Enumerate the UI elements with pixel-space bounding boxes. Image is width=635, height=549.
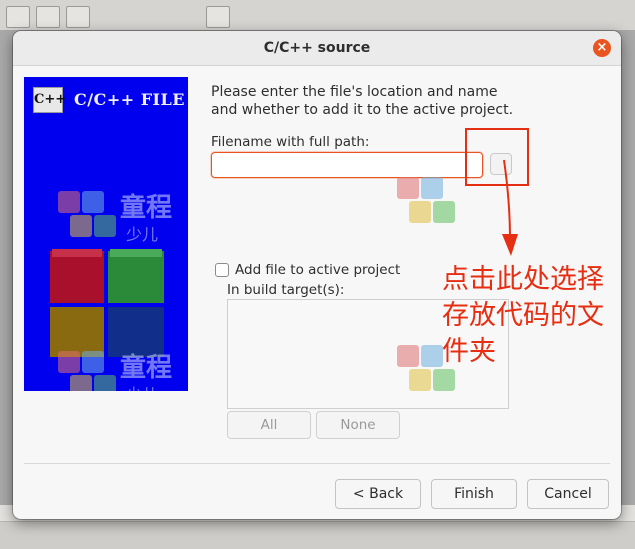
annotation-arrow-icon <box>502 159 518 256</box>
intro-text: Please enter the file's location and nam… <box>211 84 514 118</box>
background-toolbar <box>0 0 635 30</box>
watermark: 童程 少儿 <box>58 347 188 391</box>
annotation-text: 点击此处选择存放代码的文件夹 <box>442 264 604 367</box>
add-to-project-label: Add file to active project <box>235 262 401 278</box>
finish-button[interactable]: Finish <box>431 479 517 509</box>
add-to-project-row[interactable]: Add file to active project <box>215 262 400 278</box>
add-to-project-checkbox[interactable] <box>215 263 229 277</box>
close-button[interactable]: × <box>593 39 611 57</box>
dialog-titlebar: C/C++ source × <box>13 31 621 66</box>
cpp-logo-icon: C++ <box>33 87 66 113</box>
all-button[interactable]: All <box>227 411 311 439</box>
watermark: 童程 少儿 <box>58 187 188 251</box>
divider <box>24 463 610 464</box>
toolbar-button <box>36 6 60 28</box>
toolbar-button <box>206 6 230 28</box>
banner-title: C/C++ FILE <box>74 90 185 109</box>
watermark <box>397 173 467 237</box>
none-button[interactable]: None <box>316 411 400 439</box>
back-button[interactable]: < Back <box>335 479 421 509</box>
filename-label: Filename with full path: <box>211 134 370 150</box>
cancel-button[interactable]: Cancel <box>527 479 609 509</box>
toolbar-button <box>6 6 30 28</box>
wizard-banner-image: C++ C/C++ FILE 童程 少儿 童程 少儿 <box>24 77 188 391</box>
cubes-graphic-icon <box>50 249 164 357</box>
build-targets-label: In build target(s): <box>227 282 345 298</box>
dialog-title: C/C++ source <box>263 40 371 56</box>
toolbar-button <box>66 6 90 28</box>
